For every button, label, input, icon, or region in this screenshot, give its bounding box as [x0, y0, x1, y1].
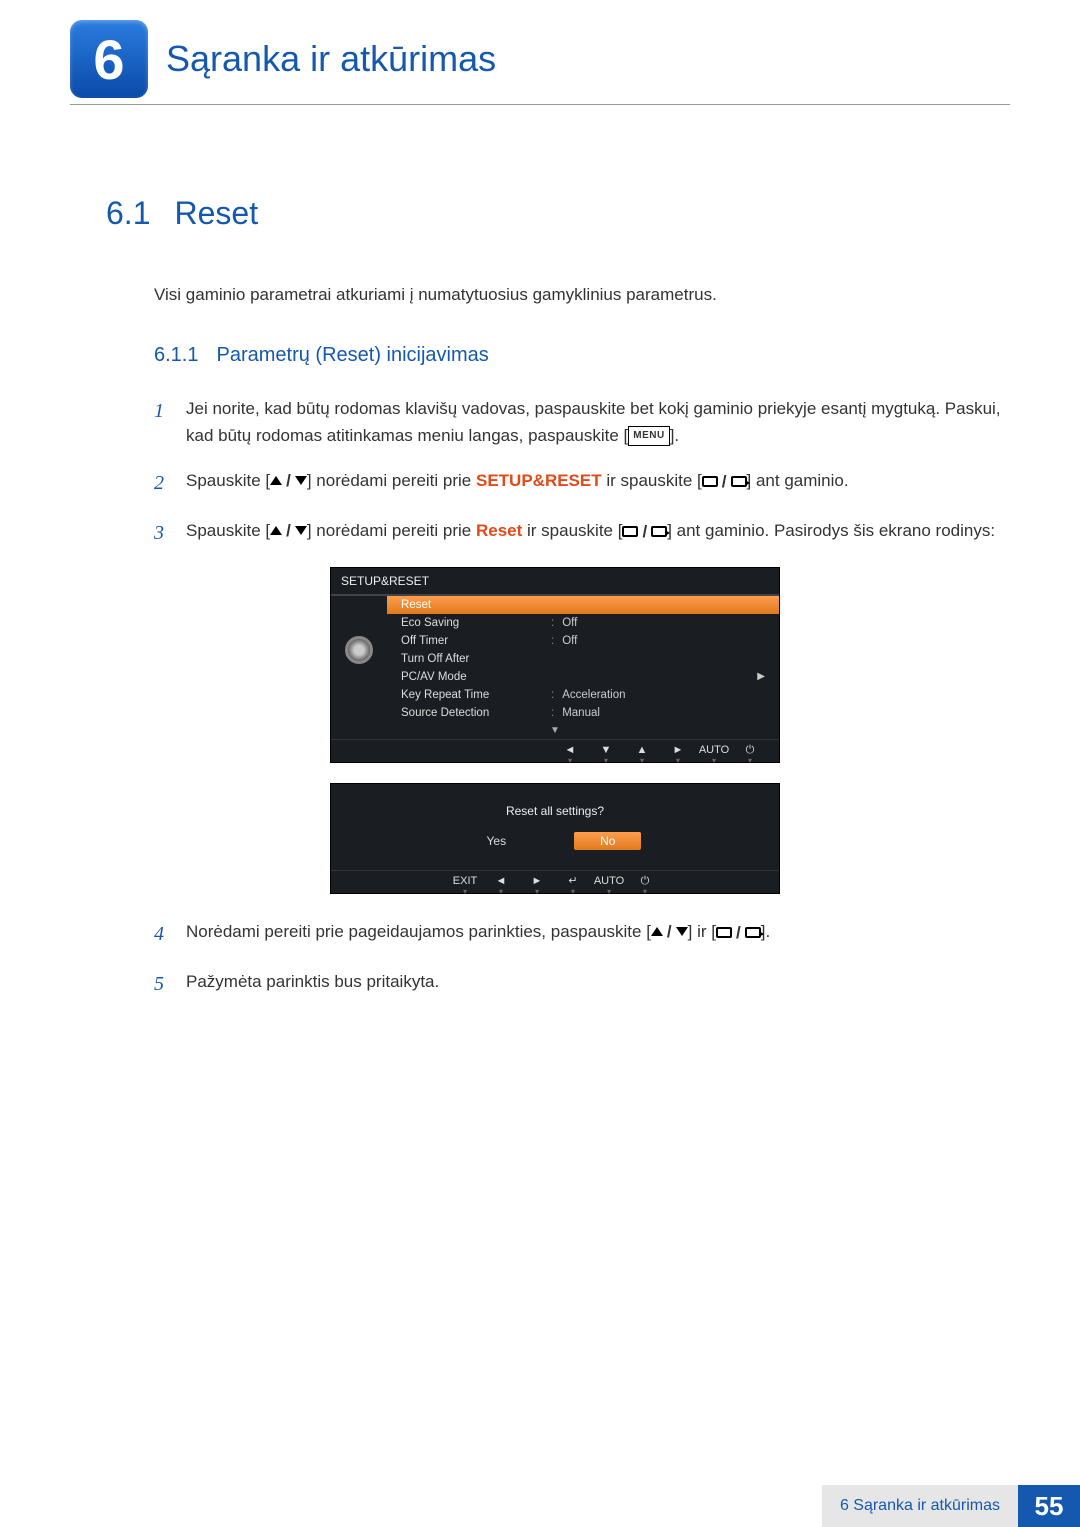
- subsection-heading: 6.1.1 Parametrų (Reset) inicijavimas: [154, 344, 1010, 367]
- keyword-setup-reset: SETUP&RESET: [476, 471, 602, 490]
- footer-page-number: 55: [1018, 1485, 1080, 1527]
- osd-nav-button: ▼: [589, 745, 623, 756]
- step-text: ] ir [: [688, 922, 716, 941]
- section-number: 6.1: [106, 195, 150, 232]
- footer-chapter-label: 6 Sąranka ir atkūrimas: [822, 1485, 1018, 1527]
- osd-nav-button: EXIT: [448, 876, 482, 887]
- no-option: No: [574, 832, 641, 850]
- osd-menu-setup-reset: SETUP&RESET ResetEco Saving:OffOff Timer…: [330, 567, 780, 763]
- step-number: 2: [154, 467, 172, 499]
- osd-row: Turn Off After: [387, 650, 779, 668]
- step-text: Spauskite [: [186, 471, 270, 490]
- step-text: ].: [670, 426, 679, 445]
- osd-confirm-dialog: Reset all settings? Yes No EXIT◄►↵AUTO⏻: [330, 783, 780, 894]
- chapter-header: 6 Sąranka ir atkūrimas: [70, 20, 1010, 105]
- intro-paragraph: Visi gaminio parametrai atkuriami į numa…: [154, 282, 1010, 308]
- osd-nav-button: ►: [520, 876, 554, 887]
- step-text: Norėdami pereiti prie pageidaujamos pari…: [186, 922, 651, 941]
- section-heading: 6.1 Reset: [106, 195, 1010, 232]
- subsection-number: 6.1.1: [154, 344, 198, 367]
- step-text: Spauskite [: [186, 521, 270, 540]
- osd-title: SETUP&RESET: [331, 568, 779, 596]
- chapter-number-badge: 6: [70, 20, 148, 98]
- source-enter-icon: /: [622, 518, 667, 545]
- osd-nav-button: AUTO: [592, 876, 626, 887]
- osd-nav-button: ◄: [553, 745, 587, 756]
- step-text: Pažymėta parinktis bus pritaikyta.: [186, 968, 1010, 1000]
- step-1: 1 Jei norite, kad būtų rodomas klavišų v…: [154, 395, 1010, 449]
- osd-nav-button: ►: [661, 745, 695, 756]
- up-down-icon: /: [270, 467, 307, 494]
- section-title: Reset: [174, 195, 258, 232]
- subsection-title: Parametrų (Reset) inicijavimas: [216, 344, 488, 367]
- osd-nav-button: AUTO: [697, 745, 731, 756]
- osd-nav-button: ⏻: [733, 745, 767, 756]
- osd-row: Key Repeat Time:Acceleration: [387, 686, 779, 704]
- step-text: ir spauskite [: [522, 521, 622, 540]
- confirm-text: Reset all settings?: [331, 784, 779, 832]
- step-list-cont: 4 Norėdami pereiti prie pageidaujamos pa…: [154, 918, 1010, 1000]
- source-enter-icon: /: [702, 468, 747, 495]
- osd-row: PC/AV Mode▶: [387, 668, 779, 686]
- osd-row: Reset: [387, 596, 779, 614]
- osd-rows: ResetEco Saving:OffOff Timer:OffTurn Off…: [387, 596, 779, 724]
- osd-nav-button: ↵: [556, 876, 590, 887]
- step-number: 1: [154, 395, 172, 449]
- osd-row: Off Timer:Off: [387, 632, 779, 650]
- page-footer: 6 Sąranka ir atkūrimas 55: [822, 1485, 1080, 1527]
- step-5: 5 Pažymėta parinktis bus pritaikyta.: [154, 968, 1010, 1000]
- osd-row: Eco Saving:Off: [387, 614, 779, 632]
- up-down-icon: /: [651, 918, 688, 945]
- osd-nav-button: ◄: [484, 876, 518, 887]
- step-number: 5: [154, 968, 172, 1000]
- step-list: 1 Jei norite, kad būtų rodomas klavišų v…: [154, 395, 1010, 549]
- menu-button-icon: MENU: [628, 426, 669, 446]
- step-text: ] ant gaminio. Pasirodys šis ekrano rodi…: [667, 521, 995, 540]
- step-text: ir spauskite [: [602, 471, 702, 490]
- step-text: Jei norite, kad būtų rodomas klavišų vad…: [186, 399, 1001, 445]
- step-2: 2 Spauskite [/] norėdami pereiti prie SE…: [154, 467, 1010, 499]
- keyword-reset: Reset: [476, 521, 522, 540]
- osd-row: Source Detection:Manual: [387, 704, 779, 722]
- step-4: 4 Norėdami pereiti prie pageidaujamos pa…: [154, 918, 1010, 950]
- source-enter-icon: /: [716, 919, 761, 946]
- step-text: ] norėdami pereiti prie: [307, 521, 476, 540]
- step-number: 3: [154, 517, 172, 549]
- osd-nav-button: ▲: [625, 745, 659, 756]
- step-text: ] ant gaminio.: [747, 471, 849, 490]
- step-text: ] norėdami pereiti prie: [307, 471, 476, 490]
- osd-screenshot: SETUP&RESET ResetEco Saving:OffOff Timer…: [330, 567, 780, 894]
- osd-button-bar: ◄▼▲►AUTO⏻: [331, 739, 779, 762]
- step-3: 3 Spauskite [/] norėdami pereiti prie Re…: [154, 517, 1010, 549]
- up-down-icon: /: [270, 517, 307, 544]
- osd-nav-button: ⏻: [628, 876, 662, 887]
- scroll-down-icon: ▼: [331, 724, 779, 739]
- step-number: 4: [154, 918, 172, 950]
- osd-button-bar: EXIT◄►↵AUTO⏻: [331, 870, 779, 893]
- chapter-title: Sąranka ir atkūrimas: [166, 38, 496, 80]
- yes-option: Yes: [469, 832, 525, 850]
- osd-dial-icon: [331, 596, 387, 724]
